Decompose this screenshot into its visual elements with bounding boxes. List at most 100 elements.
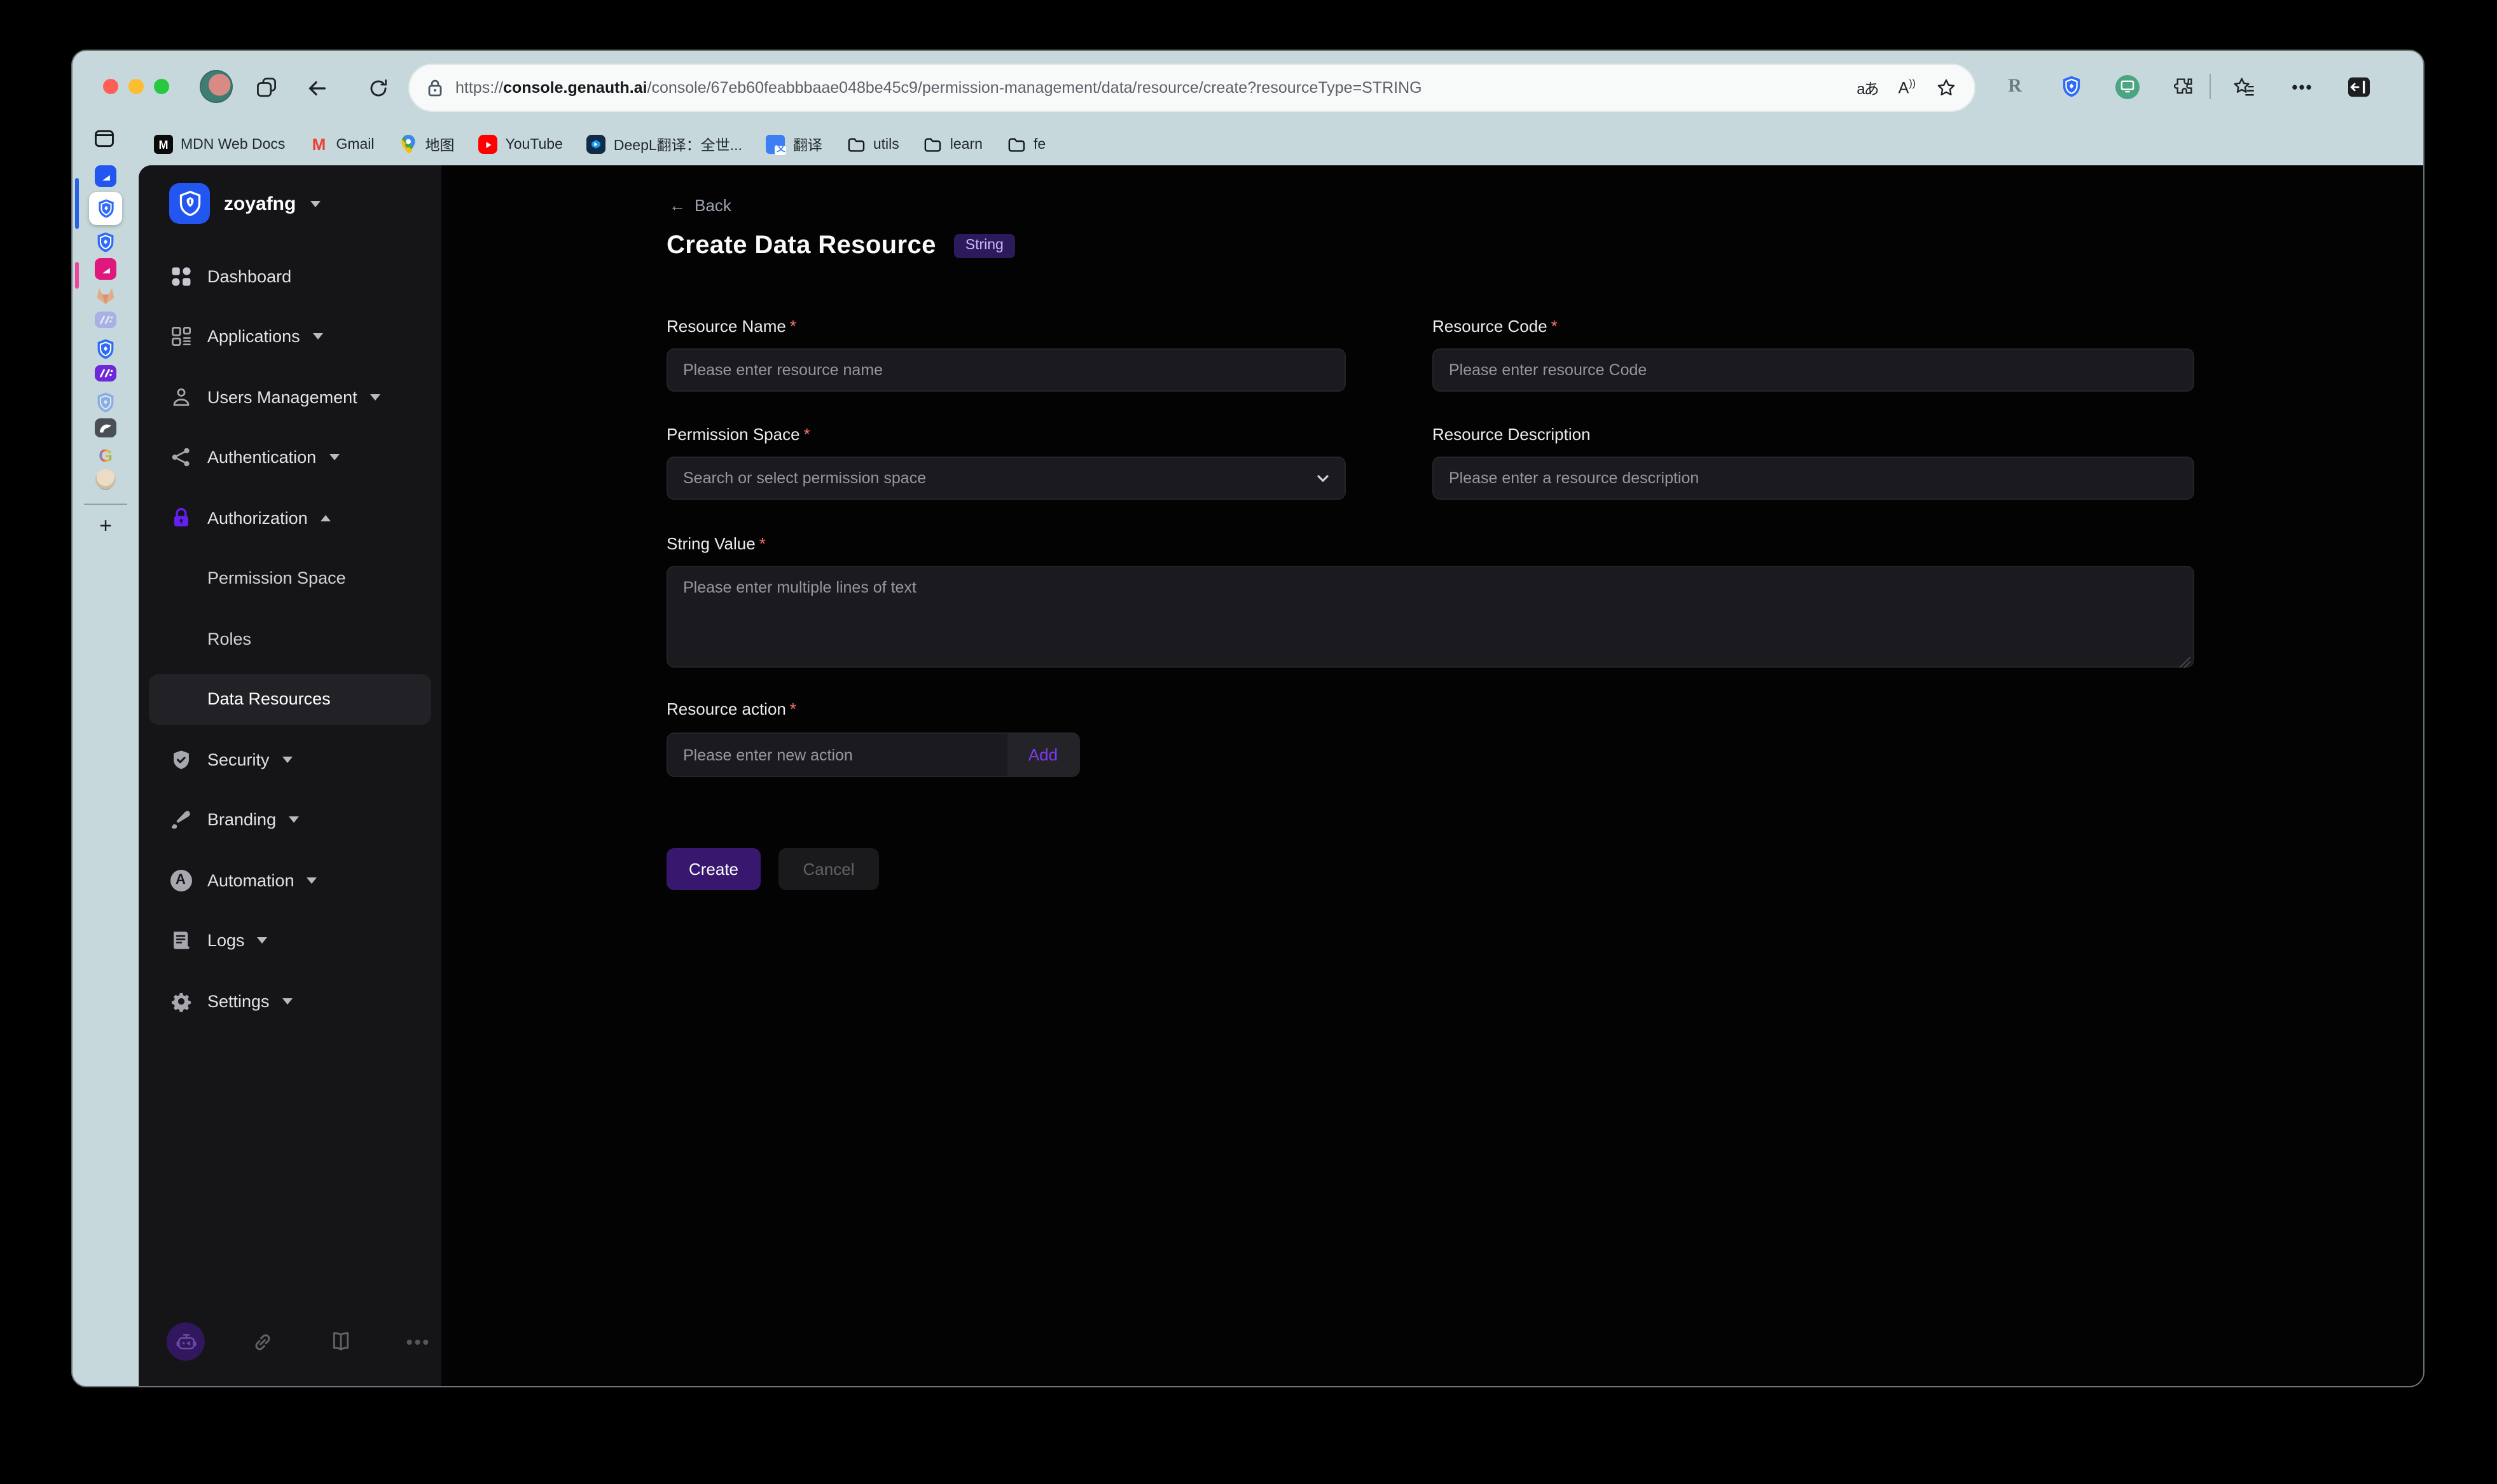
tab-favicon-blue-app[interactable] — [95, 165, 116, 187]
sidebar-item-authorization[interactable]: Authorization — [149, 492, 431, 543]
chevron-up-icon — [320, 514, 331, 521]
chevron-down-icon — [312, 333, 323, 340]
app-sidebar: zoyafng Dashboard Applications Users Man… — [139, 165, 441, 1386]
tab-favicon-shield-2[interactable] — [95, 338, 116, 360]
sidebar-more-icon[interactable]: ••• — [403, 1323, 434, 1361]
bookmark-folder-fe[interactable]: fe — [1007, 135, 1046, 154]
window-minimize-button[interactable] — [128, 79, 144, 94]
chevron-down-icon — [307, 877, 317, 883]
tab-favicon-purple-app-faded[interactable] — [95, 312, 116, 328]
genauth-logo — [169, 183, 210, 224]
extension-r-icon[interactable]: R — [2001, 72, 2029, 100]
bookmark-gmail[interactable]: M Gmail — [309, 135, 375, 154]
resource-name-input[interactable] — [667, 348, 1346, 392]
mdn-icon: M — [154, 135, 173, 154]
collections-icon[interactable] — [2230, 72, 2258, 100]
tab-favicon-dark-app[interactable] — [95, 418, 116, 437]
textarea-resize-handle[interactable] — [2179, 656, 2190, 668]
tab-favicon-shield[interactable] — [95, 231, 116, 253]
docs-book-icon[interactable] — [327, 1323, 355, 1361]
refresh-button[interactable] — [363, 72, 393, 103]
string-value-textarea[interactable] — [667, 566, 2194, 668]
sidebar-item-roles[interactable]: Roles — [149, 613, 431, 664]
tab-favicon-shield-faded[interactable] — [95, 392, 116, 413]
tab-favicon-jenkins[interactable] — [95, 469, 116, 490]
bookmark-maps[interactable]: 地图 — [399, 134, 455, 155]
mini-translate-icon[interactable]: aあ — [1857, 77, 1879, 99]
resource-name-label: Resource Name * — [667, 317, 796, 336]
url-text: https://console.genauth.ai/console/67eb6… — [455, 79, 1422, 97]
tabstrip-divider — [84, 504, 127, 505]
bookmark-deepl[interactable]: DeepL翻译：全世... — [586, 134, 742, 155]
sidebar-item-authentication[interactable]: Authentication — [149, 432, 431, 483]
read-aloud-icon[interactable]: A)) — [1899, 78, 1916, 97]
cancel-button[interactable]: Cancel — [778, 848, 879, 890]
resource-action-input[interactable] — [668, 734, 1007, 776]
vertical-tab-strip: G + — [73, 165, 139, 1386]
sidebar-item-security[interactable]: Security — [149, 734, 431, 785]
workspace-name: zoyafng — [224, 193, 296, 214]
extension-genauth-shield-icon[interactable] — [2057, 72, 2085, 100]
link-icon[interactable] — [248, 1323, 276, 1361]
lock-icon[interactable] — [427, 79, 443, 97]
back-arrow-icon: ← — [669, 196, 686, 215]
webpage: zoyafng Dashboard Applications Users Man… — [139, 165, 2423, 1386]
more-menu-icon[interactable]: ••• — [2288, 72, 2316, 100]
tab-favicon-pink-app[interactable] — [95, 258, 116, 280]
resource-code-input[interactable] — [1432, 348, 2194, 392]
permission-space-select[interactable]: Search or select permission space — [667, 457, 1346, 500]
bookmark-youtube[interactable]: YouTube — [478, 135, 563, 154]
sidebar-toggle-icon[interactable] — [2344, 72, 2372, 100]
logs-icon — [169, 929, 192, 952]
extension-monitor-icon[interactable] — [2113, 72, 2141, 100]
sidebar-item-data-resources[interactable]: Data Resources — [149, 673, 431, 724]
back-button[interactable] — [301, 72, 332, 103]
maps-pin-icon — [399, 135, 418, 154]
new-tab-button[interactable]: + — [73, 514, 139, 539]
sidebar-item-applications[interactable]: Applications — [149, 311, 431, 362]
sidebar-item-dashboard[interactable]: Dashboard — [149, 251, 431, 301]
workspaces-icon[interactable] — [251, 72, 281, 103]
extensions-puzzle-icon[interactable] — [2169, 72, 2197, 100]
google-translate-icon: 文 — [766, 135, 787, 155]
sidebar-item-permission-space[interactable]: Permission Space — [149, 553, 431, 603]
workspace-switcher[interactable]: zoyafng — [169, 183, 321, 224]
bookmark-translate[interactable]: 文 翻译 — [766, 134, 822, 155]
address-bar[interactable]: https://console.genauth.ai/console/67eb6… — [408, 64, 1975, 112]
sidebar-item-automation[interactable]: A Automation — [149, 855, 431, 905]
bookmark-folder-utils[interactable]: utils — [847, 135, 899, 154]
favorite-star-icon[interactable] — [1936, 78, 1956, 98]
sidebar-item-branding[interactable]: Branding — [149, 794, 431, 845]
sidebar-item-settings[interactable]: Settings — [149, 975, 431, 1026]
tab-active-genauth[interactable] — [89, 192, 122, 225]
create-button[interactable]: Create — [667, 848, 761, 890]
gear-icon — [169, 989, 192, 1012]
string-value-label: String Value * — [667, 534, 766, 553]
tab-actions-icon[interactable] — [93, 127, 116, 150]
add-action-button[interactable]: Add — [1007, 734, 1079, 776]
back-link[interactable]: ← Back — [669, 196, 731, 215]
ai-assistant-button[interactable] — [167, 1323, 205, 1361]
window-zoom-button[interactable] — [154, 79, 169, 94]
shield-check-icon — [169, 748, 192, 771]
bookmark-folder-learn[interactable]: learn — [923, 135, 983, 154]
tab-favicon-purple-app[interactable] — [95, 365, 116, 381]
automation-icon: A — [169, 869, 192, 891]
desktop: https://console.genauth.ai/console/67eb6… — [0, 0, 2497, 1484]
youtube-icon — [478, 135, 498, 154]
resource-code-label: Resource Code * — [1432, 317, 1558, 336]
resource-description-input[interactable] — [1432, 457, 2194, 500]
profile-avatar[interactable] — [200, 70, 233, 103]
sidebar-item-users-management[interactable]: Users Management — [149, 371, 431, 422]
sidebar-item-logs[interactable]: Logs — [149, 915, 431, 966]
gmail-icon: M — [312, 135, 326, 154]
sidebar-footer: ••• — [139, 1323, 441, 1361]
window-close-button[interactable] — [103, 79, 118, 94]
tab-favicon-google[interactable]: G — [99, 445, 113, 468]
bookmark-mdn[interactable]: M MDN Web Docs — [154, 135, 285, 154]
chevron-down-icon — [370, 394, 380, 400]
chevron-down-icon — [329, 454, 340, 460]
applications-icon — [169, 325, 192, 348]
page-title: Create Data Resource — [667, 231, 936, 259]
tab-favicon-gitlab[interactable] — [95, 285, 116, 305]
